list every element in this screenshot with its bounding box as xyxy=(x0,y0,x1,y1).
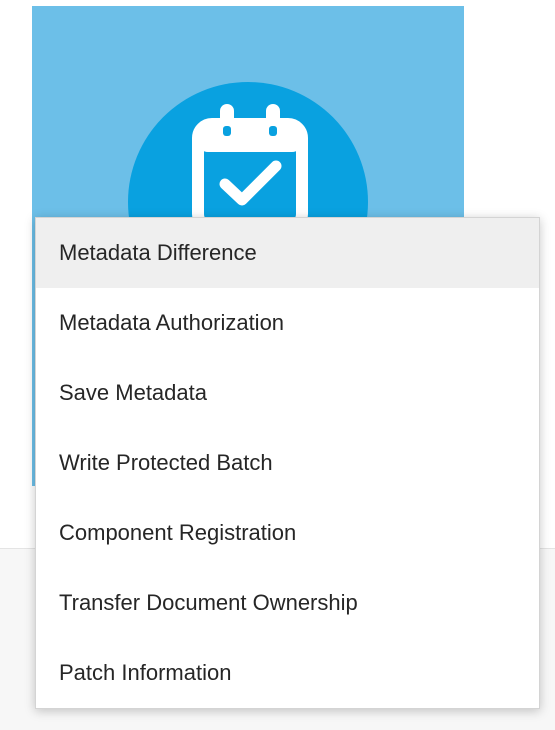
menu-item-label: Save Metadata xyxy=(59,380,207,405)
context-menu: Metadata Difference Metadata Authorizati… xyxy=(35,217,540,709)
menu-item-label: Patch Information xyxy=(59,660,232,685)
menu-item-patch-information[interactable]: Patch Information xyxy=(36,638,539,708)
menu-item-write-protected-batch[interactable]: Write Protected Batch xyxy=(36,428,539,498)
menu-item-transfer-document-ownership[interactable]: Transfer Document Ownership xyxy=(36,568,539,638)
menu-item-label: Metadata Difference xyxy=(59,240,257,265)
menu-item-label: Metadata Authorization xyxy=(59,310,285,335)
menu-item-label: Transfer Document Ownership xyxy=(59,590,358,615)
menu-item-label: Write Protected Batch xyxy=(59,450,273,475)
menu-item-metadata-difference[interactable]: Metadata Difference xyxy=(36,218,539,288)
menu-item-component-registration[interactable]: Component Registration xyxy=(36,498,539,568)
calendar-check-icon xyxy=(192,104,308,234)
menu-item-metadata-authorization[interactable]: Metadata Authorization xyxy=(36,288,539,358)
menu-item-save-metadata[interactable]: Save Metadata xyxy=(36,358,539,428)
menu-item-label: Component Registration xyxy=(59,520,297,545)
